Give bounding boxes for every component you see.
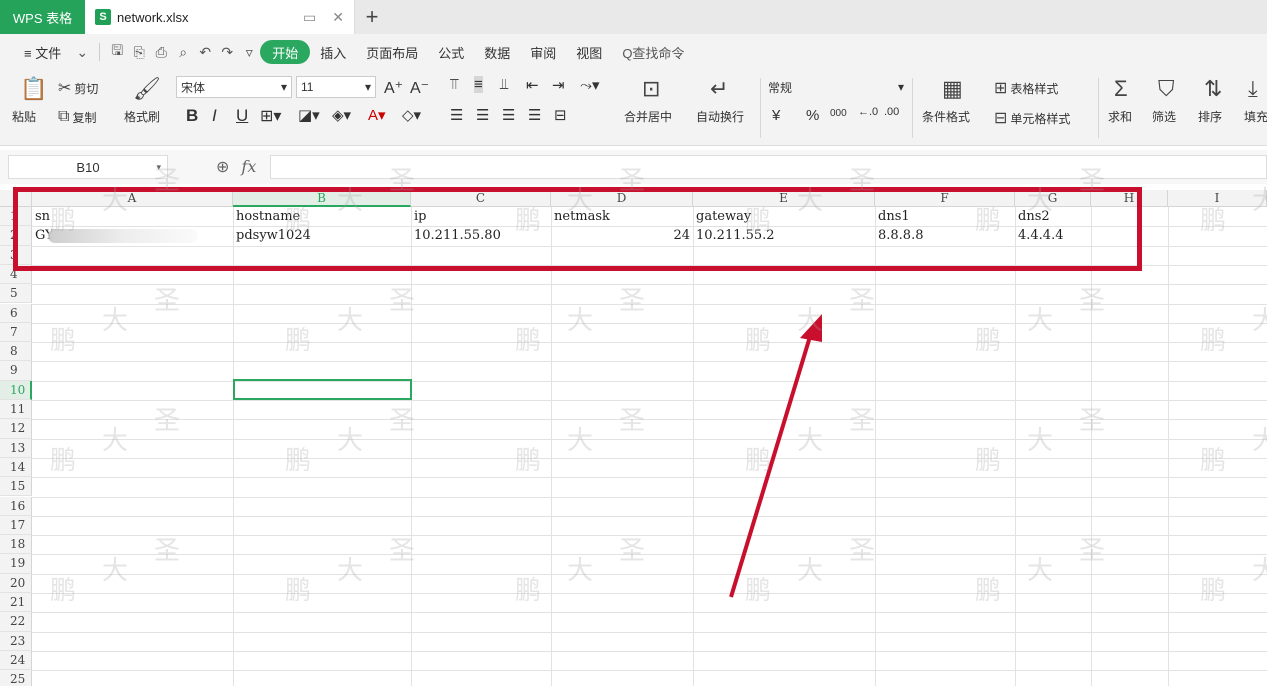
- arrow-shaft: [729, 329, 814, 598]
- arrow-head: [800, 314, 822, 342]
- annotation-arrow: [729, 314, 822, 598]
